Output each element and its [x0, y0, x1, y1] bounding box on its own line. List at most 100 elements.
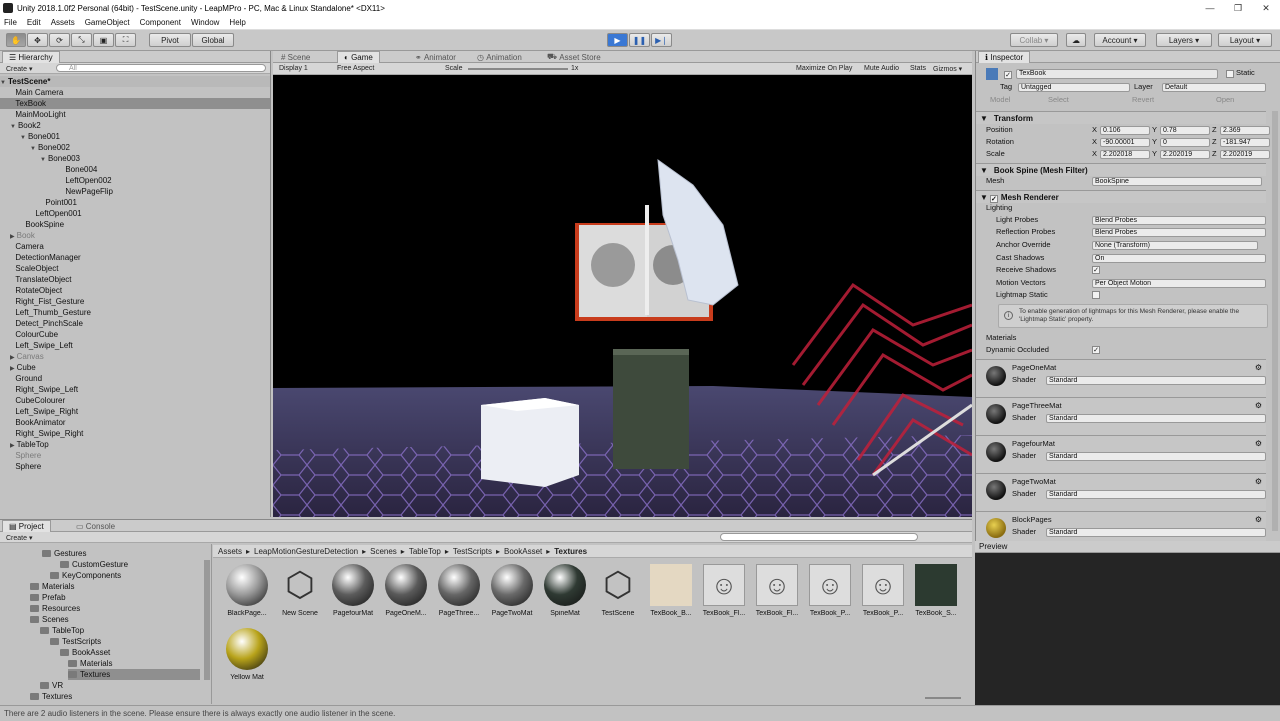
tab-scene[interactable]: # Scene	[275, 51, 316, 63]
foldout-arrow-icon[interactable]	[10, 289, 13, 295]
preview-header[interactable]: Preview	[975, 541, 1280, 553]
hierarchy-item[interactable]: BookSpine	[0, 219, 270, 230]
transform-tool-icon[interactable]: ⛶	[115, 33, 136, 47]
shader-dropdown[interactable]: Standard	[1046, 452, 1266, 461]
menu-assets[interactable]: Assets	[51, 18, 75, 27]
asset-item[interactable]: Yellow Mat	[221, 628, 273, 690]
anchor-override-field[interactable]: None (Transform)	[1092, 241, 1258, 250]
transform-scl-x-field[interactable]: 2.202018	[1100, 150, 1150, 159]
model-open-button[interactable]: Open	[1216, 94, 1256, 106]
tab-console[interactable]: ▭ Console	[70, 520, 121, 532]
breadcrumb-item[interactable]: BookAsset	[504, 547, 542, 556]
project-folder[interactable]: VR	[40, 680, 200, 691]
lighting-foldout[interactable]: Lighting	[986, 202, 1046, 214]
project-search-input[interactable]	[720, 533, 918, 541]
display-dropdown[interactable]: Display 1	[279, 64, 308, 73]
foldout-arrow-icon[interactable]	[10, 322, 13, 328]
project-folder[interactable]: KeyComponents	[50, 570, 200, 581]
material-row[interactable]: PagefourMat Shader Standard ⚙	[976, 435, 1266, 473]
breadcrumb-item[interactable]: TableTop	[409, 547, 441, 556]
hierarchy-item[interactable]: Left_Swipe_Left	[0, 340, 270, 351]
project-folder[interactable]: Materials	[68, 658, 200, 669]
tab-inspector[interactable]: ℹ Inspector	[978, 51, 1031, 63]
asset-item[interactable]: ⬡ TestScene	[592, 564, 644, 626]
foldout-arrow-icon[interactable]	[10, 421, 13, 427]
cloud-icon[interactable]: ☁	[1066, 33, 1086, 47]
scene-root[interactable]: ▼ TestScene*	[0, 76, 270, 87]
project-create-button[interactable]: Create ▾	[6, 533, 32, 542]
project-folder[interactable]: Resources	[30, 603, 200, 614]
material-row[interactable]: PageOneMat Shader Standard ⚙	[976, 359, 1266, 397]
asset-item[interactable]: ☺ TexBook_Fl...	[751, 564, 803, 626]
breadcrumb-item[interactable]: Assets	[218, 547, 242, 556]
material-row[interactable]: PageTwoMat Shader Standard ⚙	[976, 473, 1266, 511]
menu-help[interactable]: Help	[229, 18, 245, 27]
material-settings-icon[interactable]: ⚙	[1255, 477, 1262, 486]
pivot-toggle[interactable]: Pivot	[149, 33, 191, 47]
hierarchy-item[interactable]: ▶ Cube	[0, 362, 270, 373]
hierarchy-item[interactable]: RotateObject	[0, 285, 270, 296]
tag-dropdown[interactable]: Untagged	[1018, 83, 1130, 92]
pause-button[interactable]: ❚❚	[629, 33, 650, 47]
asset-item[interactable]: PageTwoMat	[486, 564, 538, 626]
hand-tool-icon[interactable]: ✋	[6, 33, 26, 47]
foldout-arrow-icon[interactable]	[30, 212, 33, 218]
layers-dropdown[interactable]: Layers ▾	[1156, 33, 1212, 47]
tab-project[interactable]: ▤ Project	[2, 520, 51, 532]
hierarchy-item[interactable]: Left_Swipe_Right	[0, 406, 270, 417]
foldout-arrow-icon[interactable]: ▼	[10, 124, 16, 130]
scale-tool-icon[interactable]: ⤡	[71, 33, 92, 47]
hierarchy-item[interactable]: ▶ TableTop	[0, 439, 270, 450]
project-folder[interactable]: Materials	[30, 581, 200, 592]
asset-item[interactable]: PageOneM...	[380, 564, 432, 626]
minimize-button[interactable]: —	[1196, 0, 1224, 16]
hierarchy-item[interactable]: Right_Fist_Gesture	[0, 296, 270, 307]
foldout-arrow-icon[interactable]	[10, 432, 13, 438]
material-settings-icon[interactable]: ⚙	[1255, 439, 1262, 448]
foldout-arrow-icon[interactable]	[60, 190, 63, 196]
tab-game[interactable]: ◐ Game	[337, 51, 380, 63]
hierarchy-item[interactable]: Bone004	[0, 164, 270, 175]
stats-toggle[interactable]: Stats	[910, 64, 926, 73]
foldout-arrow-icon[interactable]	[10, 245, 13, 251]
asset-item[interactable]: ☺ TexBook_P...	[804, 564, 856, 626]
foldout-arrow-icon[interactable]	[10, 410, 13, 416]
foldout-arrow-icon[interactable]: ▼	[40, 157, 46, 163]
hierarchy-item[interactable]: ▶ Book	[0, 230, 270, 241]
foldout-arrow-icon[interactable]	[10, 91, 13, 97]
menu-gameobject[interactable]: GameObject	[85, 18, 130, 27]
collab-button[interactable]: Collab ▾	[1010, 33, 1058, 47]
shader-dropdown[interactable]: Standard	[1046, 490, 1266, 499]
hierarchy-item[interactable]: ▼ Bone001	[0, 131, 270, 142]
project-folder[interactable]: Gestures	[42, 548, 200, 559]
hierarchy-search-input[interactable]: All	[56, 64, 266, 72]
menu-edit[interactable]: Edit	[27, 18, 41, 27]
materials-foldout[interactable]: Materials	[986, 332, 1046, 344]
project-folder[interactable]: CustomGesture	[60, 559, 200, 570]
material-row[interactable]: PageThreeMat Shader Standard ⚙	[976, 397, 1266, 435]
active-checkbox[interactable]: ✓	[1004, 71, 1013, 79]
tab-asset-store[interactable]: ⛟ Asset Store	[541, 51, 607, 63]
asset-item[interactable]: BlackPage...	[221, 564, 273, 626]
hierarchy-item[interactable]: TexBook	[0, 98, 270, 109]
game-viewport[interactable]	[273, 75, 972, 517]
transform-pos-z-field[interactable]: 2.369	[1220, 126, 1270, 135]
breadcrumb-item[interactable]: Scenes	[370, 547, 397, 556]
shader-dropdown[interactable]: Standard	[1046, 414, 1266, 423]
foldout-arrow-icon[interactable]	[60, 179, 63, 185]
object-name-field[interactable]: TexBook	[1016, 69, 1218, 79]
asset-item[interactable]: PageThree...	[433, 564, 485, 626]
hierarchy-create-button[interactable]: Create ▾	[6, 64, 32, 73]
shader-dropdown[interactable]: Standard	[1046, 528, 1266, 537]
transform-rot-z-field[interactable]: -181.947	[1220, 138, 1270, 147]
project-folder[interactable]: Prefab	[30, 592, 200, 603]
foldout-arrow-icon[interactable]: ▶	[10, 443, 15, 449]
mute-audio-toggle[interactable]: Mute Audio	[864, 64, 899, 73]
foldout-arrow-icon[interactable]: ▶	[10, 234, 15, 240]
foldout-arrow-icon[interactable]	[20, 223, 23, 229]
hierarchy-item[interactable]: Sphere	[0, 450, 270, 461]
hierarchy-item[interactable]: Right_Swipe_Right	[0, 428, 270, 439]
transform-pos-x-field[interactable]: 0.106	[1100, 126, 1150, 135]
breadcrumb-item[interactable]: LeapMotionGestureDetection	[254, 547, 358, 556]
hierarchy-item[interactable]: DetectionManager	[0, 252, 270, 263]
